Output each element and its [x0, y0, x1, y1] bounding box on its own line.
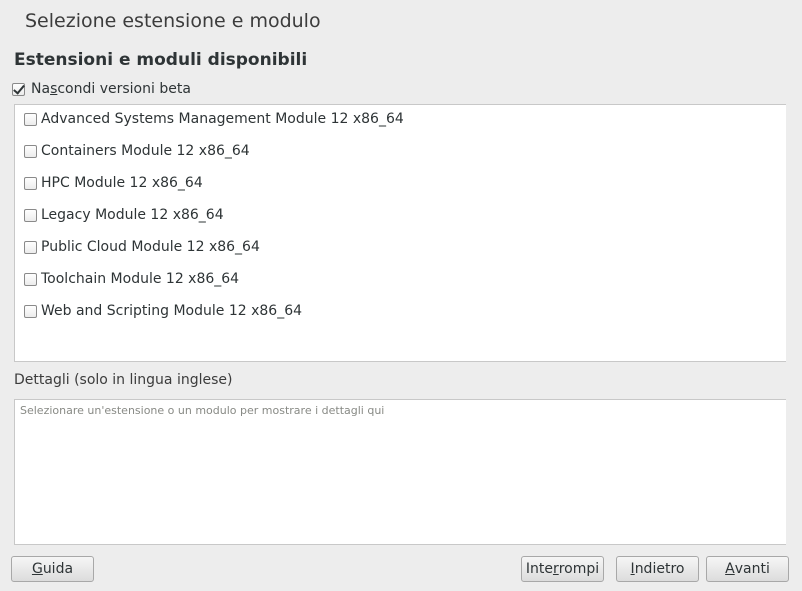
- abort-button[interactable]: Inte r rompi: [521, 556, 604, 582]
- checkbox-checked-icon[interactable]: [12, 82, 25, 96]
- details-placeholder: Selezionare un'estensione o un modulo pe…: [20, 404, 385, 417]
- module-label: Toolchain Module 12 x86_64: [41, 271, 240, 287]
- module-label: Advanced Systems Management Module 12 x8…: [41, 111, 404, 127]
- next-button-mnemonic: A: [725, 561, 735, 577]
- checkbox-icon[interactable]: [24, 144, 37, 158]
- help-button-post: uida: [42, 561, 74, 577]
- help-button[interactable]: Guida: [11, 556, 94, 582]
- hide-beta-label-pre: Na: [31, 81, 51, 97]
- module-item[interactable]: Web and Scripting Module 12 x86_64: [24, 301, 302, 321]
- checkbox-icon[interactable]: [24, 240, 37, 254]
- page-title: Selezione estensione e modulo: [25, 10, 321, 32]
- module-label: Public Cloud Module 12 x86_64: [41, 239, 260, 255]
- checkbox-icon[interactable]: [24, 272, 37, 286]
- hide-beta-label-post: condi versioni beta: [57, 81, 191, 97]
- hide-beta-checkbox[interactable]: Nascondi versioni beta: [12, 80, 191, 98]
- checkbox-icon[interactable]: [24, 304, 37, 318]
- next-button-post: vanti: [734, 561, 770, 577]
- module-item[interactable]: Advanced Systems Management Module 12 x8…: [24, 109, 404, 129]
- checkbox-icon[interactable]: [24, 208, 37, 222]
- section-title: Estensioni e moduli disponibili: [14, 50, 308, 70]
- hide-beta-label: Nascondi versioni beta: [31, 81, 191, 97]
- module-label: HPC Module 12 x86_64: [41, 175, 203, 191]
- module-item[interactable]: Containers Module 12 x86_64: [24, 141, 250, 161]
- abort-button-post: rompi: [558, 561, 600, 577]
- next-button[interactable]: Avanti: [706, 556, 789, 582]
- module-label: Web and Scripting Module 12 x86_64: [41, 303, 303, 319]
- checkbox-icon[interactable]: [24, 112, 37, 126]
- module-item[interactable]: HPC Module 12 x86_64: [24, 173, 203, 193]
- module-label: Legacy Module 12 x86_64: [41, 207, 224, 223]
- details-label: Dettagli (solo in lingua inglese): [14, 372, 233, 388]
- checkbox-icon[interactable]: [24, 176, 37, 190]
- module-item[interactable]: Public Cloud Module 12 x86_64: [24, 237, 260, 257]
- back-button[interactable]: Indietro: [616, 556, 699, 582]
- module-item[interactable]: Legacy Module 12 x86_64: [24, 205, 224, 225]
- help-button-mnemonic: G: [31, 561, 43, 577]
- details-panel[interactable]: Selezionare un'estensione o un modulo pe…: [14, 399, 786, 545]
- module-item[interactable]: Toolchain Module 12 x86_64: [24, 269, 239, 289]
- back-button-post: ndietro: [634, 561, 685, 577]
- module-list[interactable]: Advanced Systems Management Module 12 x8…: [14, 104, 786, 362]
- abort-button-pre: Inte: [525, 561, 553, 577]
- module-label: Containers Module 12 x86_64: [41, 143, 250, 159]
